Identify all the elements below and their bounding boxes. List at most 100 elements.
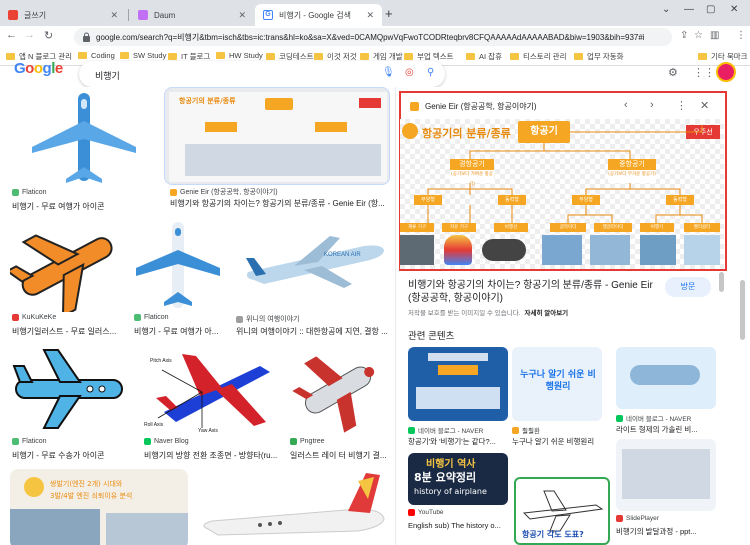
folder-icon	[314, 53, 323, 60]
svg-text:KOREAN AIR: KOREAN AIR	[324, 252, 361, 258]
tab-favicon	[8, 10, 18, 20]
korean-air-jet-image: KOREAN AIR	[246, 236, 384, 288]
bookmarks-overflow[interactable]: 기타 북마크	[698, 51, 748, 62]
forward-button[interactable]: →	[24, 29, 35, 41]
image-result-card[interactable]: 쌍발기(엔진 2개) 시대와 3발/4발 엔진 쇠퇴이유 분석	[10, 469, 188, 545]
tab-search-chevron-icon[interactable]: ⌄	[662, 4, 670, 15]
airplane-outline-icon	[12, 349, 123, 429]
address-bar[interactable]: google.com/search?q=비행기&tbm=isch&tbs=ic:…	[74, 28, 672, 46]
visit-button[interactable]: 방문	[665, 277, 711, 297]
bookmark-item[interactable]: SW Study	[120, 51, 166, 60]
related-item[interactable]: 비행기 역사 8분 요약정리 history of airplane YouTu…	[408, 453, 510, 545]
new-tab-button[interactable]: +	[385, 6, 393, 21]
airplane-image	[136, 222, 220, 308]
folder-icon	[510, 53, 519, 60]
preview-image[interactable]: 항공기의 분류/종류 항공기 우주선 경항공기 (공기보다 가벼운 항공기) 중…	[400, 119, 724, 269]
preview-panel: Genie Eir (항공공학, 항공이야기) ‹ › ⋮ ✕ 항공기의 분류/…	[395, 87, 730, 545]
tab-label: 비행기 - Google 검색	[279, 10, 351, 20]
folder-icon	[266, 53, 275, 60]
related-item[interactable]: 항공기 각도 도표?	[514, 477, 610, 545]
close-window-button[interactable]: ✕	[730, 4, 738, 15]
airplane-image	[32, 93, 136, 183]
tab-google-search[interactable]: G 비행기 - Google 검색 ✕	[255, 4, 382, 26]
folder-icon	[216, 52, 225, 59]
image-result-card[interactable]: Flaticon 비행기 - 무료 여행가 아...	[132, 218, 228, 336]
image-result-card[interactable]	[198, 469, 388, 545]
related-content-heading: 관련 콘텐츠	[408, 331, 455, 342]
related-item[interactable]: 누구나 알기 쉬운 비행원리 훨훨환 누구나 알기 쉬운 비행원리	[512, 347, 608, 447]
learn-more-link[interactable]: 자세히 알아보기	[525, 310, 569, 317]
diagram-heavier: 중항공기 (공기보다 무거운 항공기)	[608, 159, 656, 183]
lock-icon	[83, 32, 90, 42]
apps-grid-icon[interactable]: ⋮⋮	[693, 66, 715, 79]
tab-close-icon[interactable]: ✕	[238, 10, 246, 21]
folder-icon	[404, 53, 413, 60]
bookmark-item[interactable]: AI 잡휴	[466, 51, 502, 62]
back-button[interactable]: ←	[6, 29, 17, 41]
next-chevron-icon[interactable]: ›	[650, 99, 654, 111]
maximize-button[interactable]: ▢	[706, 4, 715, 15]
menu-icon[interactable]: ⋮	[736, 30, 746, 41]
propeller-plane-illustration	[292, 356, 375, 433]
tab-write[interactable]: 글쓰기 ✕	[0, 4, 126, 26]
tab-close-icon[interactable]: ✕	[110, 10, 118, 21]
page-scrollbar[interactable]	[740, 280, 745, 340]
airplane-line-drawing	[522, 490, 604, 532]
folder-icon	[360, 53, 369, 60]
image-result-card[interactable]: Pitch Axis Roll Axis Yaw Axis Naver Blog…	[142, 342, 282, 460]
tab-close-icon[interactable]: ✕	[366, 10, 374, 21]
related-item[interactable]: SlidePlayer 비행기의 발달과정 - ppt...	[616, 439, 716, 545]
folder-icon	[574, 53, 583, 60]
yaw-axis-label: Yaw Axis	[198, 428, 218, 434]
bookmark-item[interactable]: Coding	[78, 51, 115, 60]
minimize-button[interactable]: —	[684, 4, 694, 15]
tab-favicon: G	[263, 10, 273, 20]
airplane-illustration	[10, 234, 113, 312]
google-logo[interactable]: Google	[14, 60, 63, 77]
search-icon[interactable]: ⚲	[427, 67, 434, 78]
folder-icon	[6, 53, 15, 60]
image-result-card[interactable]: KuKuKeKe 비행기일러스트 - 무료 일러스...	[10, 218, 126, 336]
image-result-card-selected[interactable]: 항공기의 분류/종류 Genie Eir (항공공학, 항공이야기) 비행기와 …	[164, 87, 390, 211]
tab-daum[interactable]: Daum ✕	[130, 4, 254, 26]
folder-icon	[78, 52, 87, 59]
tab-strip: 글쓰기 ✕ Daum ✕ G 비행기 - Google 검색 ✕ + ⌄ — ▢…	[0, 0, 750, 26]
url-text: google.com/search?q=비행기&tbm=isch&tbs=ic:…	[96, 33, 644, 42]
related-item[interactable]: 네이버 블로그 - NAVER 항공기'와 '비행기'는 같다?...	[408, 347, 510, 447]
folder-icon	[120, 52, 129, 59]
bookmark-star-icon[interactable]: ☆	[694, 30, 703, 41]
panel-source[interactable]: Genie Eir (항공공학, 항공이야기)	[410, 101, 537, 112]
roll-axis-label: Roll Axis	[144, 422, 164, 428]
image-results: Flaticon 비행기 - 무료 여행가 아이콘 항공기의 분류/종류 Gen…	[0, 87, 395, 545]
image-result-card[interactable]: KOREAN AIR 위니의 여행이야기 위니의 여행이야기 :: 대한항공에 …	[234, 218, 390, 336]
more-options-icon[interactable]: ⋮	[676, 99, 687, 112]
image-result-card[interactable]: Flaticon 비행기 - 무료 수송가 아이콘	[10, 342, 128, 460]
pitch-axis-label: Pitch Axis	[150, 358, 172, 364]
copyright-notice: 저작물 보호를 받는 이미지일 수 있습니다. 자세히 알아보기	[408, 310, 569, 317]
source-favicon	[410, 102, 419, 111]
bookmark-item[interactable]: HW Study	[216, 51, 263, 60]
close-panel-icon[interactable]: ✕	[700, 99, 709, 112]
tab-label: 글쓰기	[24, 10, 47, 20]
image-result-card[interactable]: Flaticon 비행기 - 무료 여행가 아이콘	[10, 91, 156, 211]
reload-button[interactable]: ↻	[44, 29, 53, 42]
prev-chevron-icon[interactable]: ‹	[624, 99, 628, 111]
panel-scrollbar[interactable]	[719, 272, 724, 292]
bookmark-item[interactable]: 업무 자동화	[574, 51, 624, 62]
bookmark-item[interactable]: 티스토리 관리	[510, 51, 566, 62]
settings-gear-icon[interactable]: ⚙	[668, 66, 678, 79]
avatar[interactable]	[716, 62, 736, 82]
search-input[interactable]: 비행기	[95, 69, 120, 82]
folder-icon	[698, 53, 707, 60]
related-item[interactable]: 네이버 블로그 - NAVER 라이트 형제의 가솔린 비...	[616, 347, 716, 447]
folder-icon	[466, 53, 475, 60]
side-panel-icon[interactable]: ▥	[710, 30, 719, 41]
lens-icon[interactable]: ◎	[405, 67, 414, 78]
search-box[interactable]: 비행기 🎙 ◎ ⚲	[79, 61, 445, 87]
voice-search-icon[interactable]: 🎙	[382, 67, 395, 78]
panel-title[interactable]: 비행기와 항공기의 차이는? 항공기의 분류/종류 - Genie Eir (항…	[408, 279, 668, 305]
airline-jet-image	[203, 473, 385, 536]
share-icon[interactable]: ⇪	[680, 30, 688, 41]
image-result-card[interactable]: Pngtree 일러스트 레이 터 비행기 결...	[288, 342, 388, 460]
tab-label: Daum	[154, 10, 176, 20]
